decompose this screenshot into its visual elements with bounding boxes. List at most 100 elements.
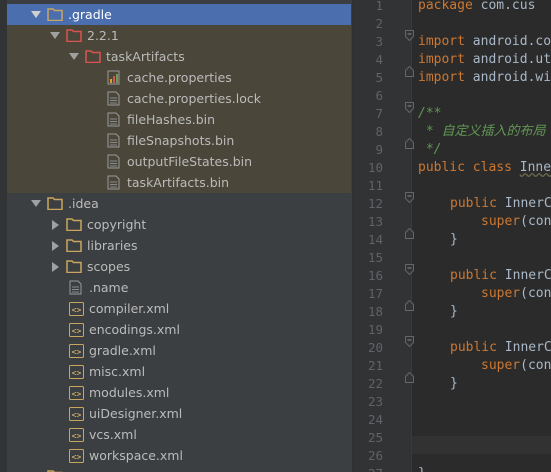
code-text: android.ut — [464, 52, 551, 67]
text-file-icon — [106, 133, 122, 149]
tree-item-taskartifacts[interactable]: taskArtifacts — [0, 46, 351, 67]
code-text: android.co — [464, 34, 551, 49]
tree-item-label: gradle.xml — [89, 343, 156, 358]
svg-text:<>: <> — [71, 326, 81, 335]
tree-item-compiler-xml[interactable]: <> compiler.xml — [0, 298, 351, 319]
chevron-down-icon[interactable] — [30, 193, 42, 214]
chevron-right-icon[interactable] — [49, 214, 61, 235]
line-number: 2 — [375, 16, 383, 31]
tree-item-2-2-1[interactable]: 2.2.1 — [0, 25, 351, 46]
keyword: import — [418, 34, 465, 49]
chevron-right-icon[interactable] — [49, 256, 61, 277]
fold-marker-icon[interactable] — [405, 102, 414, 113]
code-text: android.wi — [464, 70, 551, 85]
tree-item-label: workspace.xml — [89, 448, 183, 463]
tree-item-encodings-xml[interactable]: <> encodings.xml — [0, 319, 351, 340]
fold-end-marker-icon[interactable] — [405, 138, 414, 149]
chevron-down-icon[interactable] — [68, 46, 80, 67]
text-file-icon — [106, 112, 122, 128]
tree-item-label: misc.xml — [89, 364, 146, 379]
tree-item-label: modules.xml — [89, 385, 170, 400]
svg-text:<>: <> — [71, 305, 81, 314]
tree-item-label: scopes — [87, 259, 131, 274]
tree-item-label: 2.2.1 — [87, 28, 119, 43]
code-line-9: */ — [418, 142, 442, 157]
code-text: com.cus — [472, 0, 536, 13]
line-number: 26 — [367, 448, 383, 463]
svg-text:<>: <> — [71, 410, 81, 419]
code-line-17: super(con — [481, 285, 551, 303]
chevron-right-icon — [30, 466, 42, 472]
code-line-22: } — [450, 376, 458, 391]
tree-item-uidesigner-xml[interactable]: <> uiDesigner.xml — [0, 403, 351, 424]
tree-item-filesnapshots-bin[interactable]: fileSnapshots.bin — [0, 130, 351, 151]
tree-item-label: cache.properties — [127, 70, 232, 85]
code-line-10: public class Inne — [418, 159, 551, 177]
tree-item-workspace-xml[interactable]: <> workspace.xml — [0, 445, 351, 466]
xml-file-icon: <> — [68, 448, 84, 464]
fold-end-marker-icon[interactable] — [405, 300, 414, 311]
keyword: public class — [418, 160, 512, 175]
chevron-down-icon[interactable] — [49, 25, 61, 46]
properties-file-icon — [106, 70, 122, 86]
tree-item-copyright[interactable]: copyright — [0, 214, 351, 235]
fold-end-marker-icon[interactable] — [405, 66, 414, 77]
xml-file-icon: <> — [68, 385, 84, 401]
code-line-20: public InnerC — [450, 339, 551, 357]
tree-item-label: .name — [89, 280, 129, 295]
code-line-3: import android.co — [418, 33, 551, 51]
keyword: super — [481, 286, 521, 301]
chevron-down-icon[interactable] — [30, 4, 42, 25]
tree-item-vcs-xml[interactable]: <> vcs.xml — [0, 424, 351, 445]
line-number: 3 — [375, 34, 383, 49]
fold-marker-icon[interactable] — [405, 336, 414, 347]
tree-item-name[interactable]: .name — [0, 277, 351, 298]
fold-end-marker-icon[interactable] — [405, 228, 414, 239]
tree-item-misc-xml[interactable]: <> misc.xml — [0, 361, 351, 382]
tree-item-filehashes-bin[interactable]: fileHashes.bin — [0, 109, 351, 130]
text-file-icon — [106, 91, 122, 107]
text-file-icon — [68, 280, 84, 296]
code-text: (con — [520, 358, 551, 373]
fold-marker-icon[interactable] — [405, 264, 414, 275]
fold-marker-icon[interactable] — [405, 192, 414, 203]
svg-text:<>: <> — [71, 389, 81, 398]
tree-item-outputfilestates-bin[interactable]: outputFileStates.bin — [0, 151, 351, 172]
svg-text:<>: <> — [71, 347, 81, 356]
line-number: 6 — [375, 88, 383, 103]
code-text: (con — [520, 286, 551, 301]
fold-end-marker-icon[interactable] — [405, 372, 414, 383]
tree-item-gradle-xml[interactable]: <> gradle.xml — [0, 340, 351, 361]
svg-text:<>: <> — [71, 368, 81, 377]
code-line-16: public InnerC — [450, 267, 551, 285]
folder-icon — [47, 196, 63, 212]
tree-item-label: .gradle — [68, 7, 112, 22]
text-file-icon — [106, 175, 122, 191]
code-text: InnerC — [496, 340, 551, 355]
line-number: 11 — [367, 178, 383, 193]
tree-item-libraries[interactable]: libraries — [0, 235, 351, 256]
fold-marker-icon[interactable] — [405, 30, 414, 41]
tree-item-cache-properties-lock[interactable]: cache.properties.lock — [0, 88, 351, 109]
project-tree-panel: .gradle 2.2.1 taskArtifacts cache.proper… — [0, 0, 355, 472]
text-file-icon — [106, 154, 122, 170]
line-number: 14 — [367, 232, 383, 247]
tree-item-idea[interactable]: .idea — [0, 193, 351, 214]
code-text: (con — [520, 214, 551, 229]
chevron-right-icon[interactable] — [49, 235, 61, 256]
line-number: 4 — [375, 52, 383, 67]
tree-item-partial — [0, 466, 351, 472]
xml-file-icon: <> — [68, 343, 84, 359]
tree-item-label: compiler.xml — [89, 301, 170, 316]
tree-item-cache-properties[interactable]: cache.properties — [0, 67, 351, 88]
code-line-7: /** — [418, 106, 442, 121]
keyword: public — [450, 196, 497, 211]
tree-item-scopes[interactable]: scopes — [0, 256, 351, 277]
tree-item-taskartifacts-bin[interactable]: taskArtifacts.bin — [0, 172, 351, 193]
tree-item-gradle[interactable]: .gradle — [0, 4, 351, 25]
code-line-12: public InnerC — [450, 195, 551, 213]
tree-item-modules-xml[interactable]: <> modules.xml — [0, 382, 351, 403]
line-number: 16 — [367, 268, 383, 283]
line-number: 10 — [367, 160, 383, 175]
line-number: 25 — [367, 430, 383, 445]
